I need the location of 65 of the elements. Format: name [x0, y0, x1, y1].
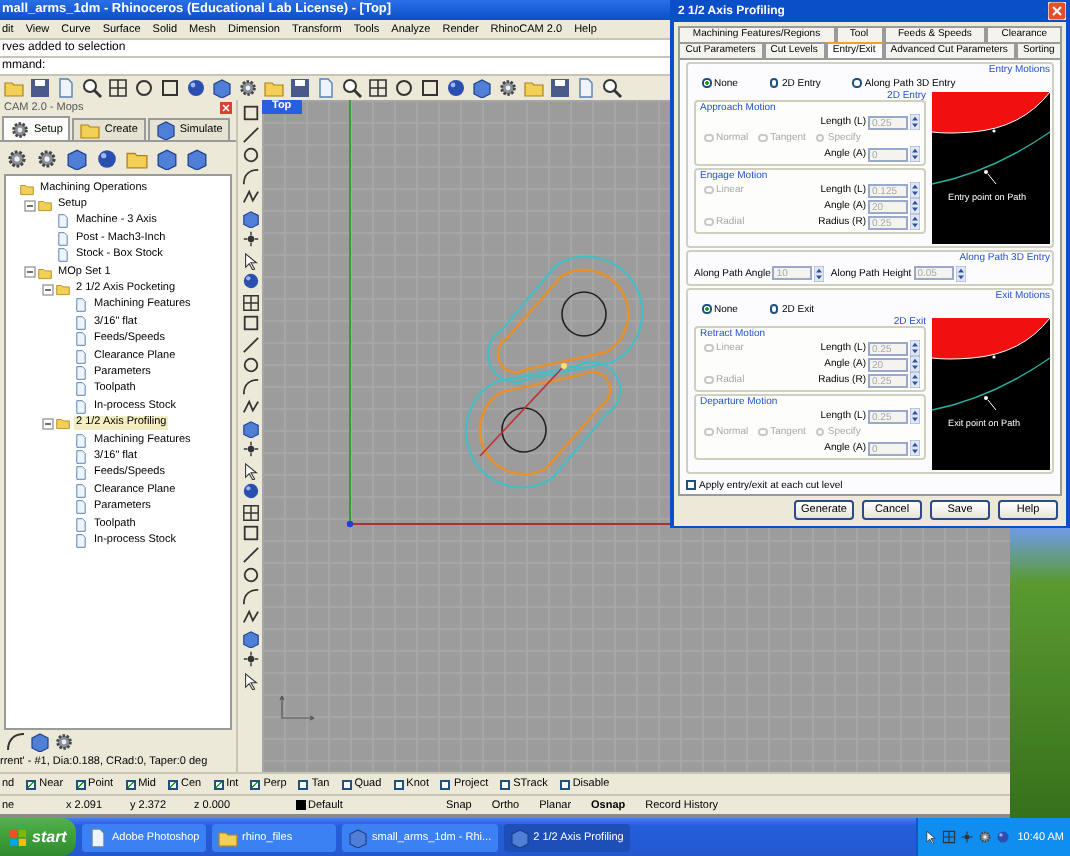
sphere-icon[interactable]: [241, 482, 259, 500]
document-icon: [88, 827, 108, 847]
zoom-icon[interactable]: [602, 78, 622, 98]
windows-flag-icon: [10, 829, 26, 845]
gear-icon[interactable]: [238, 78, 258, 98]
curve-icon[interactable]: [241, 167, 259, 185]
origin-point: [346, 520, 354, 528]
cursor-icon[interactable]: [241, 461, 259, 479]
circle-icon[interactable]: [241, 146, 259, 164]
spinner-control[interactable]: [814, 265, 825, 281]
line-icon[interactable]: [241, 335, 259, 353]
grid-icon[interactable]: [368, 78, 388, 98]
gear-icon[interactable]: [36, 147, 58, 169]
folder-icon: [56, 416, 70, 431]
square-icon[interactable]: [241, 104, 259, 122]
square-icon[interactable]: [241, 524, 259, 542]
grid-icon[interactable]: [241, 503, 259, 521]
layer-swatch-icon: [296, 800, 306, 810]
zoom-icon[interactable]: [82, 78, 102, 98]
square-icon[interactable]: [160, 78, 180, 98]
square-icon[interactable]: [241, 314, 259, 332]
curve-icon[interactable]: [241, 587, 259, 605]
sphere-icon[interactable]: [446, 78, 466, 98]
folder-icon: [80, 120, 101, 140]
point-icon[interactable]: [241, 230, 259, 248]
toggle-icon[interactable]: [42, 283, 54, 296]
cursor-icon[interactable]: [923, 830, 938, 844]
sphere-icon[interactable]: [96, 147, 118, 169]
circle-icon[interactable]: [241, 356, 259, 374]
square-icon[interactable]: [420, 78, 440, 98]
spinner-control[interactable]: [955, 265, 966, 281]
curve-icon[interactable]: [6, 732, 26, 752]
toggle-icon[interactable]: [24, 199, 36, 212]
curve-icon[interactable]: [241, 377, 259, 395]
line-icon[interactable]: [241, 545, 259, 563]
cursor-icon[interactable]: [241, 251, 259, 269]
grid-icon[interactable]: [108, 78, 128, 98]
close-icon[interactable]: [220, 102, 232, 114]
cursor-icon[interactable]: [241, 671, 259, 689]
gear-icon[interactable]: [498, 78, 518, 98]
axis-icon: [279, 695, 315, 721]
polyline-icon[interactable]: [241, 398, 259, 416]
polyline-icon[interactable]: [241, 608, 259, 626]
circle-icon[interactable]: [134, 78, 154, 98]
point-icon[interactable]: [241, 650, 259, 668]
line-icon[interactable]: [241, 125, 259, 143]
gear-icon[interactable]: [54, 732, 74, 752]
gear-icon[interactable]: [6, 147, 28, 169]
polyline-icon[interactable]: [241, 188, 259, 206]
sphere-icon[interactable]: [186, 78, 206, 98]
circle-icon[interactable]: [241, 566, 259, 584]
arc-drawing: [932, 92, 1050, 186]
folder-icon[interactable]: [126, 147, 148, 169]
arc-drawing: [932, 318, 1050, 412]
toggle-icon[interactable]: [42, 417, 54, 430]
point-icon[interactable]: [241, 440, 259, 458]
gear-icon: [10, 119, 30, 139]
folder-icon: [218, 827, 238, 847]
gear-icon[interactable]: [977, 830, 992, 844]
sphere-icon[interactable]: [241, 272, 259, 290]
zoom-icon[interactable]: [342, 78, 362, 98]
circle-icon[interactable]: [394, 78, 414, 98]
toggle-icon[interactable]: [24, 266, 36, 279]
close-icon[interactable]: [1048, 2, 1066, 20]
grid-icon[interactable]: [241, 293, 259, 311]
